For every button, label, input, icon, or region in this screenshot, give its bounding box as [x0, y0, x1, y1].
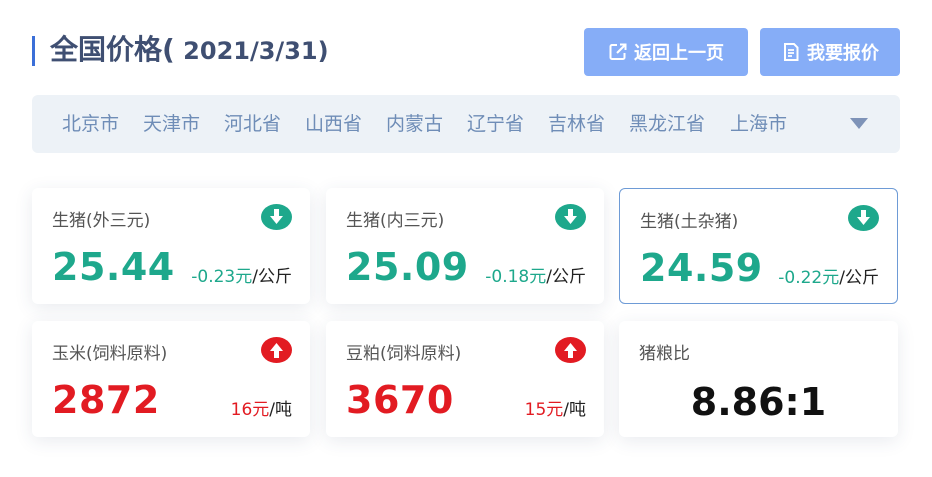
card-change: 15元/吨 — [525, 395, 586, 420]
card-value: 24.59 — [640, 246, 763, 290]
document-icon — [784, 43, 799, 61]
back-button[interactable]: 返回上一页 — [584, 28, 748, 76]
card-change: -0.23元/公斤 — [191, 262, 292, 287]
region-tab[interactable]: 辽宁省 — [467, 95, 524, 153]
back-button-label: 返回上一页 — [634, 43, 724, 64]
card-change: 16元/吨 — [231, 395, 292, 420]
arrow-down-circle-icon — [848, 205, 879, 231]
card-change: -0.18元/公斤 — [485, 262, 586, 287]
region-tab[interactable]: 吉林省 — [548, 95, 605, 153]
region-tab[interactable]: 黑龙江省 — [629, 95, 705, 153]
region-tab[interactable]: 上海市 — [730, 95, 787, 153]
change-unit: /吨 — [563, 400, 586, 420]
card-name: 生猪(土杂猪) — [640, 212, 739, 232]
change-amount: -0.22元 — [778, 268, 840, 288]
card-value: 8.86:1 — [690, 380, 827, 424]
change-unit: /公斤 — [839, 268, 879, 288]
card-value: 25.44 — [52, 245, 175, 289]
region-tabs: 北京市 天津市 河北省 山西省 内蒙古 辽宁省 吉林省 黑龙江省 上海市 — [32, 95, 900, 153]
card-name: 猪粮比 — [639, 344, 690, 364]
card-name: 豆粕(饲料原料) — [346, 344, 462, 364]
card-value: 3670 — [346, 378, 454, 422]
card-change: -0.22元/公斤 — [778, 263, 879, 288]
report-button-label: 我要报价 — [807, 43, 879, 64]
change-amount: -0.18元 — [485, 267, 547, 287]
title-date: 2021/3/31) — [174, 37, 329, 65]
change-unit: /公斤 — [546, 267, 586, 287]
card-value: 2872 — [52, 378, 160, 422]
change-amount: -0.23元 — [191, 267, 253, 287]
arrow-down-circle-icon — [261, 204, 292, 230]
page-title: 全国价格( 2021/3/31) — [50, 33, 329, 68]
page-header: 全国价格( 2021/3/31) 返回上一页 我要报价 — [32, 28, 900, 76]
title-accent-bar — [32, 36, 35, 66]
card-name: 生猪(外三元) — [52, 211, 151, 231]
region-tab[interactable]: 天津市 — [143, 95, 200, 153]
arrow-down-circle-icon — [555, 204, 586, 230]
card-value: 25.09 — [346, 245, 469, 289]
card-name: 生猪(内三元) — [346, 211, 445, 231]
region-tab[interactable]: 河北省 — [224, 95, 281, 153]
title-text: 全国价格( — [50, 33, 175, 66]
price-card-hog-native[interactable]: 生猪(土杂猪) 24.59 -0.22元/公斤 — [619, 188, 898, 304]
price-card-corn[interactable]: 玉米(饲料原料) 2872 16元/吨 — [32, 321, 310, 437]
price-card-hog-outer[interactable]: 生猪(外三元) 25.44 -0.23元/公斤 — [32, 188, 310, 304]
change-amount: 16元 — [230, 400, 270, 420]
price-card-soymeal[interactable]: 豆粕(饲料原料) 3670 15元/吨 — [326, 321, 604, 437]
region-tab[interactable]: 山西省 — [305, 95, 362, 153]
ratio-card-hog-grain[interactable]: 猪粮比 8.86:1 — [619, 321, 898, 437]
report-price-button[interactable]: 我要报价 — [760, 28, 900, 76]
price-card-hog-inner[interactable]: 生猪(内三元) 25.09 -0.18元/公斤 — [326, 188, 604, 304]
region-tab[interactable]: 北京市 — [62, 95, 119, 153]
region-tab[interactable]: 内蒙古 — [386, 95, 443, 153]
arrow-up-circle-icon — [555, 337, 586, 363]
external-link-icon — [609, 43, 627, 60]
arrow-up-circle-icon — [261, 337, 292, 363]
change-unit: /公斤 — [252, 267, 292, 287]
card-name: 玉米(饲料原料) — [52, 344, 168, 364]
triangle-down-icon[interactable] — [850, 118, 868, 129]
change-amount: 15元 — [524, 400, 564, 420]
change-unit: /吨 — [269, 400, 292, 420]
